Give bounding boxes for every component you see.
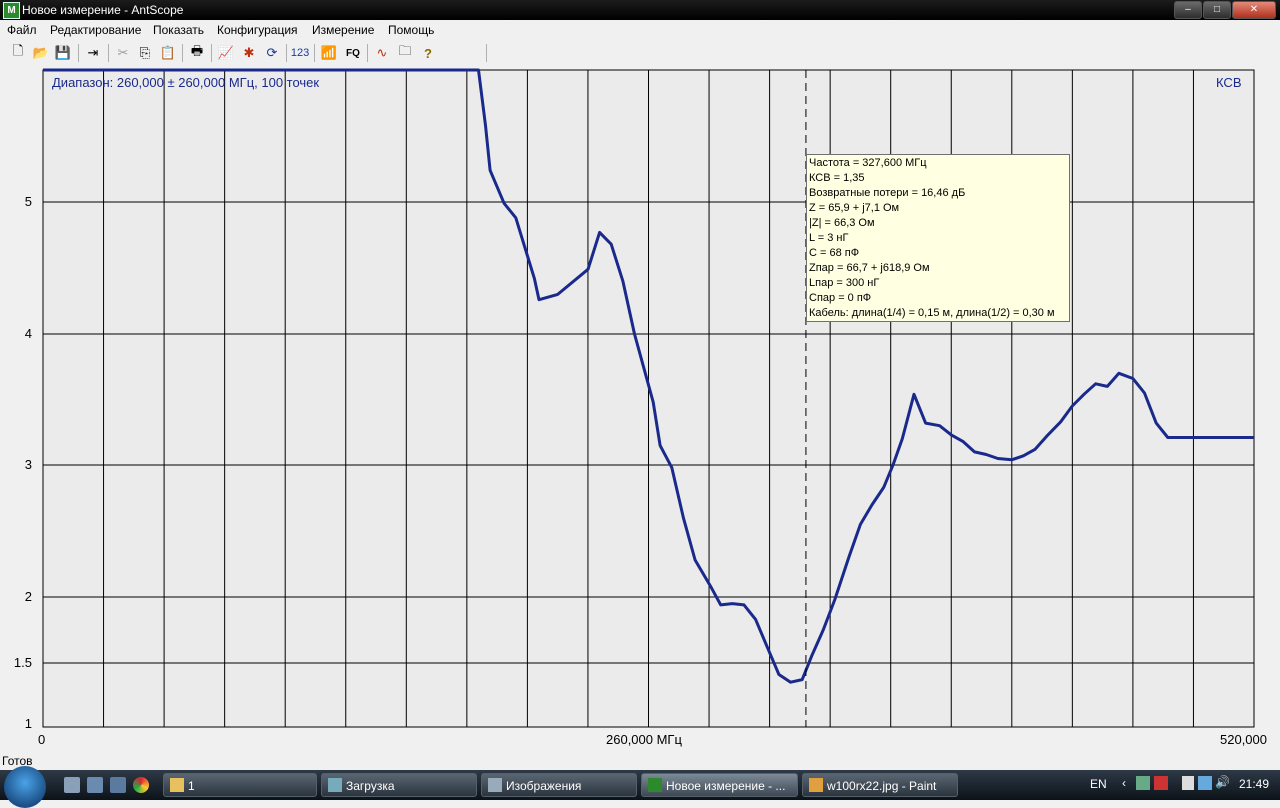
- tooltip-line: Lпар = 300 нГ: [809, 277, 880, 289]
- taskbar-item-paint[interactable]: w100rx22.jpg - Paint: [802, 773, 958, 797]
- mode-label: КСВ: [1216, 75, 1242, 90]
- menu-measurement[interactable]: Измерение: [312, 23, 374, 37]
- system-tray: EN ‹ 🔊 21:49: [1080, 770, 1280, 800]
- volume-icon[interactable]: 🔊: [1215, 775, 1230, 789]
- copy-icon[interactable]: ⎘: [136, 44, 154, 62]
- language-indicator[interactable]: EN: [1090, 777, 1107, 791]
- chrome-icon[interactable]: [133, 777, 149, 793]
- toolbar: 🗋 📂 💾 ⇥ ✂ ⎘ 📋 🖶 📈 ✱ ⟳ 123 📶 FQ ∿ 🗀 ?: [0, 40, 1280, 67]
- numbers-icon[interactable]: 123: [291, 44, 309, 62]
- x-tick-label-left: 0: [38, 732, 46, 747]
- help-icon[interactable]: ?: [419, 44, 437, 62]
- monitor-icon[interactable]: [1198, 776, 1212, 790]
- images-icon: [488, 778, 502, 792]
- tooltip-line: Частота = 327,600 МГц: [809, 157, 927, 169]
- range-label: Диапазон: 260,000 ± 260,000 МГц, 100 точ…: [52, 75, 320, 90]
- y-tick-label: 2: [24, 589, 32, 604]
- toolbar-separator: [78, 44, 79, 62]
- explorer-icon[interactable]: [110, 777, 126, 793]
- paint-icon: [809, 778, 823, 792]
- status-bar: Готов: [0, 752, 1280, 770]
- tooltip-line: Zпар = 66,7 + j618,9 Ом: [809, 262, 930, 274]
- tooltip-line: C = 68 пФ: [809, 247, 860, 259]
- folder-icon: [170, 778, 184, 792]
- menu-configuration[interactable]: Конфигурация: [217, 23, 298, 37]
- chevron-left-icon[interactable]: ‹: [1122, 776, 1126, 790]
- battery-icon[interactable]: [1182, 776, 1194, 790]
- refresh-icon[interactable]: ⟳: [263, 44, 281, 62]
- task-label: 1: [188, 779, 195, 793]
- toolbar-separator: [108, 44, 109, 62]
- folder-list-icon[interactable]: 🗀: [396, 43, 414, 62]
- tooltip-line: L = 3 нГ: [809, 232, 849, 244]
- antscope-icon: M: [3, 2, 20, 19]
- paste-icon[interactable]: 📋: [159, 44, 177, 62]
- tooltip-line: Возвратные потери = 16,46 дБ: [809, 187, 966, 199]
- x-tick-label-center: 260,000 МГц: [606, 732, 682, 747]
- y-tick-label: 1.5: [13, 655, 32, 670]
- toolbar-separator: [286, 44, 287, 62]
- open-folder-icon[interactable]: 📂: [32, 44, 50, 62]
- menu-bar: Файл Редактирование Показать Конфигураци…: [0, 20, 1280, 40]
- plot-canvas[interactable]: [0, 66, 1280, 752]
- export-icon[interactable]: ⇥: [84, 44, 102, 62]
- maximize-button[interactable]: □: [1203, 1, 1231, 19]
- taskbar-item-folder-1[interactable]: 1: [163, 773, 317, 797]
- taskbar-item-downloads[interactable]: Загрузка: [321, 773, 477, 797]
- y-tick-label: 3: [24, 457, 32, 472]
- toolbar-separator: [486, 44, 487, 62]
- toolbar-separator: [314, 44, 315, 62]
- menu-help[interactable]: Помощь: [388, 23, 434, 37]
- start-button[interactable]: [4, 766, 46, 808]
- new-file-icon[interactable]: 🗋: [9, 43, 27, 62]
- y-tick-label: 5: [24, 194, 32, 209]
- download-icon: [328, 778, 342, 792]
- toolbar-separator: [367, 44, 368, 62]
- cursor-readout-tooltip: Частота = 327,600 МГц КСВ = 1,35 Возврат…: [806, 154, 1070, 322]
- save-icon[interactable]: 💾: [54, 44, 72, 62]
- y-tick-label: 4: [24, 326, 32, 341]
- network-icon[interactable]: [1136, 776, 1150, 790]
- close-button[interactable]: ✕: [1232, 1, 1276, 19]
- menu-file[interactable]: Файл: [7, 23, 37, 37]
- toolbar-separator: [211, 44, 212, 62]
- fq-icon[interactable]: FQ: [344, 44, 362, 62]
- print-icon[interactable]: 🖶: [188, 43, 206, 62]
- tooltip-line: Z = 65,9 + j7,1 Ом: [809, 202, 900, 214]
- taskbar: 1 Загрузка Изображения Новое измерение -…: [0, 766, 1280, 808]
- tooltip-line: Кабель: длина(1/4) = 0,15 м, длина(1/2) …: [809, 307, 1055, 319]
- star-icon[interactable]: ✱: [240, 44, 258, 62]
- taskbar-item-images[interactable]: Изображения: [481, 773, 637, 797]
- security-alert-icon[interactable]: [1154, 776, 1168, 790]
- taskbar-item-antscope[interactable]: Новое измерение - ...: [641, 773, 798, 797]
- minimize-button[interactable]: –: [1174, 1, 1202, 19]
- cut-icon[interactable]: ✂: [114, 44, 132, 62]
- plot-grid: [43, 70, 1254, 727]
- task-label: w100rx22.jpg - Paint: [827, 779, 937, 793]
- show-desktop-icon[interactable]: [64, 777, 80, 793]
- task-label: Загрузка: [346, 779, 395, 793]
- task-label: Изображения: [506, 779, 582, 793]
- tooltip-line: Cпар = 0 пФ: [809, 292, 872, 304]
- window-switcher-icon[interactable]: [87, 777, 103, 793]
- x-tick-label-right: 520,000: [1220, 732, 1267, 747]
- tooltip-line: КСВ = 1,35: [809, 172, 865, 184]
- window-controls: – □ ✕: [1173, 1, 1276, 19]
- waves-icon[interactable]: ∿: [373, 44, 391, 62]
- clock[interactable]: 21:49: [1239, 777, 1269, 791]
- antscope-icon: [648, 778, 662, 792]
- chart-icon[interactable]: 📈: [217, 44, 235, 62]
- antenna-icon[interactable]: 📶: [320, 44, 338, 62]
- title-bar[interactable]: M Новое измерение - AntScope – □ ✕: [0, 0, 1280, 20]
- task-label: Новое измерение - ...: [666, 779, 786, 793]
- y-tick-label: 1: [24, 716, 32, 731]
- toolbar-separator: [182, 44, 183, 62]
- menu-view[interactable]: Показать: [153, 23, 204, 37]
- tooltip-line: |Z| = 66,3 Ом: [809, 217, 875, 229]
- swr-plot[interactable]: Диапазон: 260,000 ± 260,000 МГц, 100 точ…: [0, 66, 1280, 752]
- menu-edit[interactable]: Редактирование: [50, 23, 141, 37]
- window-title: Новое измерение - AntScope: [22, 3, 184, 17]
